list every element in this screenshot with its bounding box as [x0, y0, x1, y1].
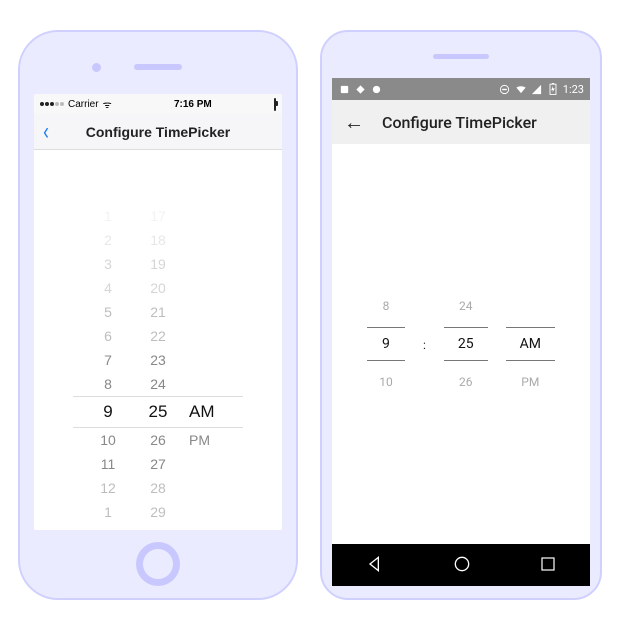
page-title: Configure TimePicker — [382, 113, 537, 132]
wifi-icon: ᯤ — [103, 97, 112, 111]
page-title: Configure TimePicker — [34, 124, 282, 140]
android-content: 8 9 10 : 24 25 26 AM PM — [332, 144, 590, 544]
android-screen: 1:23 ← Configure TimePicker 8 9 10 : — [332, 78, 590, 586]
hour-selected: 9 — [83, 402, 133, 422]
ios-screen: Carrier ᯤ 7:16 PM ‹ Configure TimePicker… — [34, 94, 282, 530]
minute-selected[interactable]: 25 — [444, 327, 488, 361]
ampm-column[interactable]: AM PM — [506, 299, 555, 389]
notif-icon — [338, 83, 350, 95]
battery-icon — [274, 98, 276, 111]
notif-icon — [370, 83, 382, 95]
iphone-device-frame: Carrier ᯤ 7:16 PM ‹ Configure TimePicker… — [18, 30, 298, 600]
android-device-frame: 1:23 ← Configure TimePicker 8 9 10 : — [320, 30, 602, 600]
home-button[interactable] — [136, 542, 180, 586]
carrier-label: Carrier — [68, 99, 99, 110]
ampm-selected: AM — [183, 402, 233, 422]
minute-selected: 25 — [133, 402, 183, 422]
android-nav-bar — [332, 544, 590, 586]
nav-home-icon[interactable] — [452, 554, 472, 577]
signal-icon — [40, 102, 64, 106]
minute-column[interactable]: 24 25 26 — [444, 299, 488, 389]
ios-content: 117 218 319 420 521 622 723 824 9 25 AM … — [34, 150, 282, 530]
hour-selected[interactable]: 9 — [367, 327, 405, 361]
back-arrow-icon[interactable]: ← — [344, 110, 364, 135]
android-status-bar: 1:23 — [332, 78, 590, 100]
hour-column[interactable]: 8 9 10 — [367, 299, 405, 389]
battery-icon — [547, 83, 559, 95]
do-not-disturb-icon — [499, 83, 511, 95]
wifi-icon — [515, 83, 527, 95]
phone-speaker — [134, 64, 182, 70]
notif-icon — [354, 83, 366, 95]
android-time-picker[interactable]: 8 9 10 : 24 25 26 AM PM — [367, 299, 555, 389]
cell-icon — [531, 83, 543, 95]
time-colon: : — [423, 338, 426, 352]
phone-speaker — [433, 54, 489, 59]
ios-nav-bar: ‹ Configure TimePicker — [34, 114, 282, 150]
nav-back-icon[interactable] — [365, 554, 385, 577]
android-app-bar: ← Configure TimePicker — [332, 100, 590, 144]
nav-recent-icon[interactable] — [539, 555, 557, 576]
phone-camera — [92, 63, 101, 72]
status-time: 1:23 — [563, 83, 584, 96]
back-chevron-icon[interactable]: ‹ — [38, 118, 55, 146]
ios-status-bar: Carrier ᯤ 7:16 PM — [34, 94, 282, 114]
ampm-selected[interactable]: AM — [506, 327, 555, 361]
status-time: 7:16 PM — [174, 99, 212, 110]
picker-selected-row[interactable]: 9 25 AM — [73, 396, 243, 428]
ios-time-picker[interactable]: 117 218 319 420 521 622 723 824 9 25 AM … — [73, 204, 243, 530]
